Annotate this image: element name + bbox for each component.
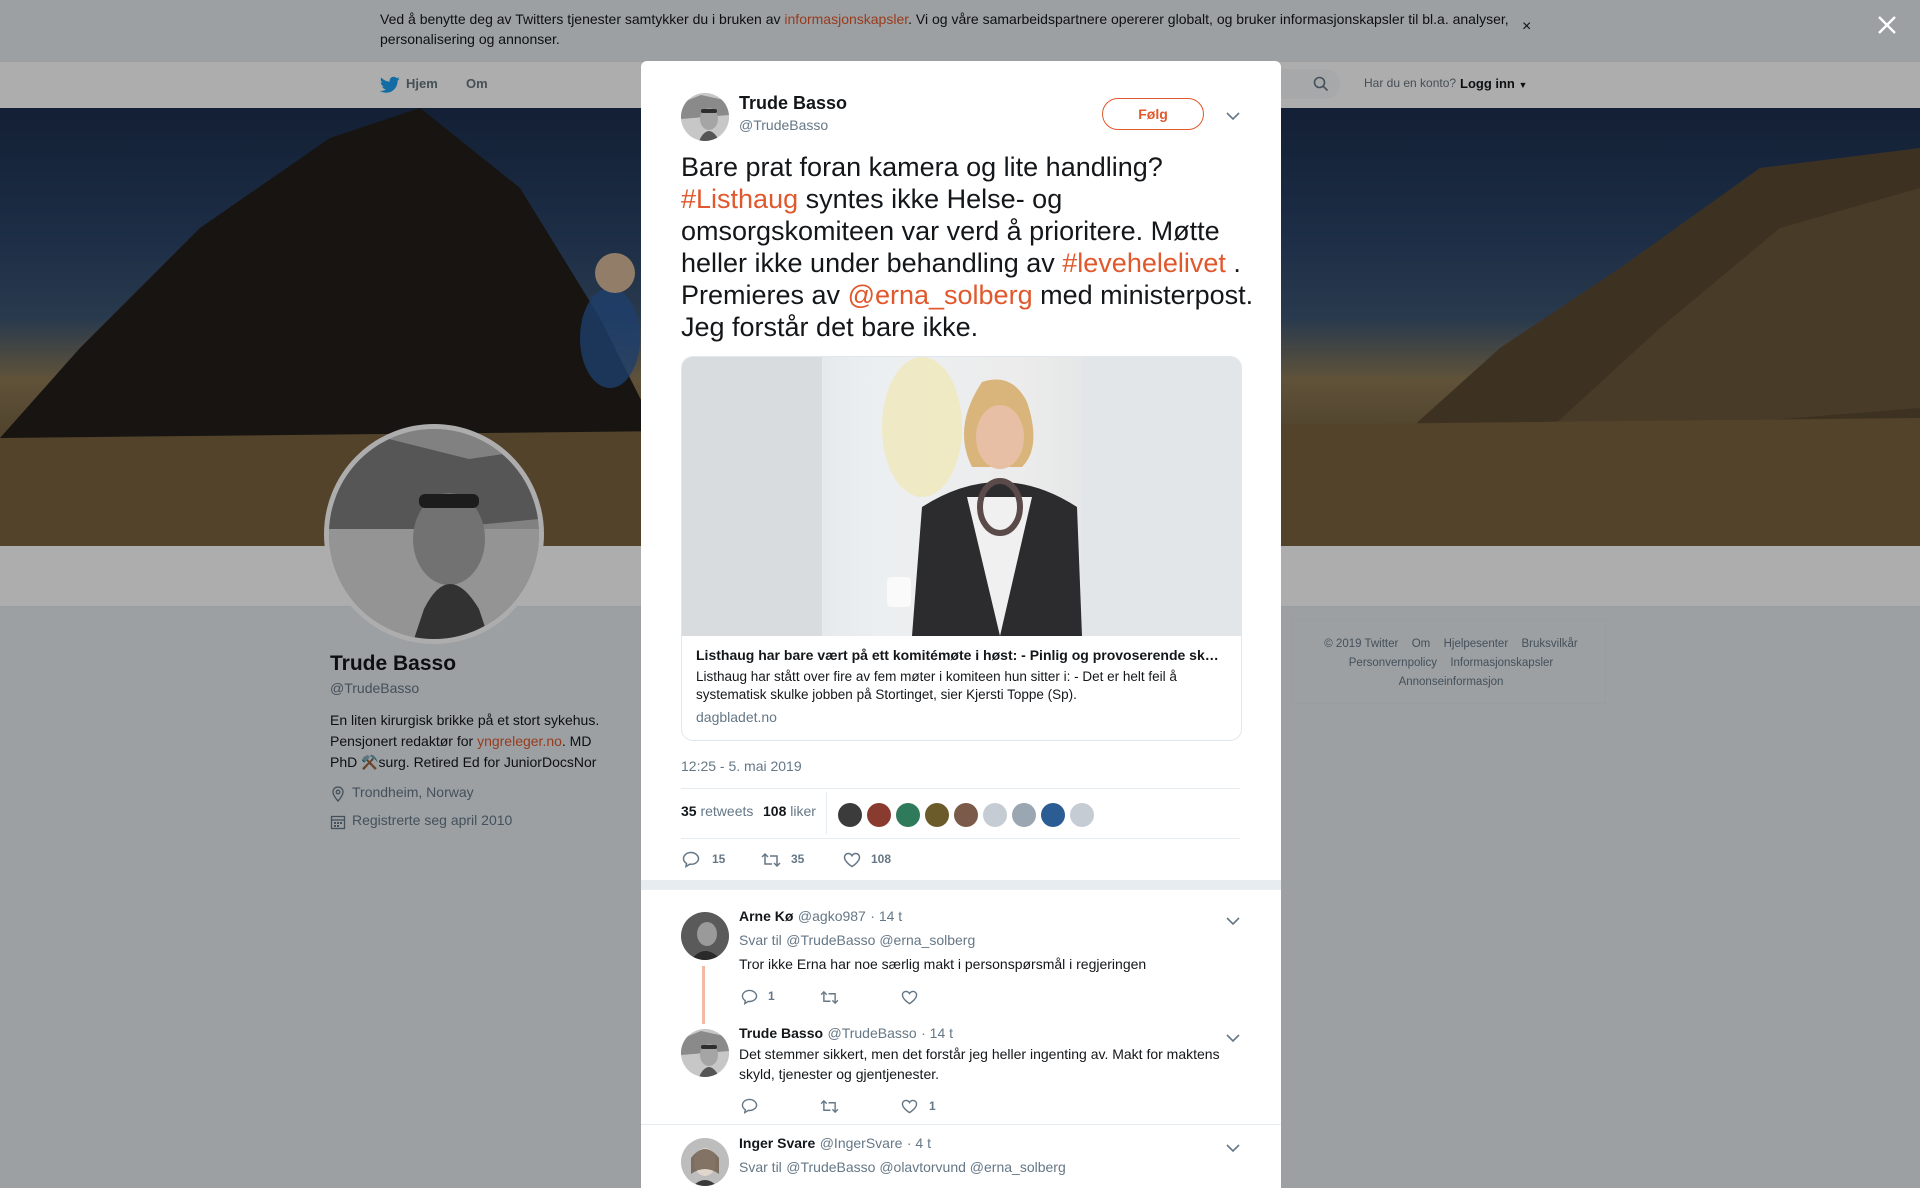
reply-icon[interactable] (741, 1098, 758, 1119)
follow-button[interactable]: Følg (1102, 98, 1204, 130)
reply-avatar[interactable] (681, 912, 729, 960)
retweet-icon[interactable] (761, 852, 781, 873)
reply-text: Det stemmer sikkert, men det forstår jeg… (739, 1046, 1220, 1082)
reply-to: Svar til @TrudeBasso @olavtorvund @erna_… (739, 1159, 1066, 1175)
heart-icon[interactable] (901, 1099, 918, 1119)
reply-author-name[interactable]: Inger Svare (739, 1135, 815, 1151)
tweet-timestamp[interactable]: 12:25 - 5. mai 2019 (681, 758, 802, 774)
retweets-stat[interactable]: 35 retweets (681, 803, 753, 819)
reply-author-name[interactable]: Trude Basso (739, 1025, 823, 1041)
reply-time[interactable]: · 14 t (921, 1025, 953, 1041)
reply-avatar[interactable] (681, 1029, 729, 1077)
liker-avatar[interactable] (1012, 803, 1036, 827)
liker-avatar[interactable] (925, 803, 949, 827)
divider (826, 792, 827, 834)
liker-avatar[interactable] (838, 803, 862, 827)
liker-avatar[interactable] (1041, 803, 1065, 827)
mention-links[interactable]: @TrudeBasso @olavtorvund @erna_solberg (786, 1159, 1065, 1175)
tweet-text: Bare prat foran kamera og lite handling?… (681, 152, 1254, 342)
tweet-author-name[interactable]: Trude Basso (739, 93, 847, 114)
divider (681, 838, 1240, 839)
reply-icon[interactable] (682, 851, 700, 873)
liker-avatar[interactable] (954, 803, 978, 827)
liker-avatar[interactable] (867, 803, 891, 827)
chevron-down-icon[interactable] (1226, 108, 1240, 126)
likes-stat[interactable]: 108 liker (763, 803, 816, 819)
link-card-description: Listhaug har stått over fire av fem møte… (696, 669, 1177, 702)
reply-author-handle[interactable]: @IngerSvare (820, 1135, 903, 1151)
hashtag-link[interactable]: #Listhaug (681, 184, 798, 214)
link-card-domain: dagbladet.no (696, 709, 777, 725)
close-icon[interactable] (1876, 14, 1898, 41)
mention-links[interactable]: @TrudeBasso @erna_solberg (786, 932, 975, 948)
retweet-icon[interactable] (820, 990, 839, 1010)
liker-avatar[interactable] (1070, 803, 1094, 827)
reply-time[interactable]: · 4 t (907, 1135, 931, 1151)
heart-icon[interactable] (843, 852, 861, 873)
thread-line (702, 966, 705, 1024)
tweet-author-avatar[interactable] (681, 93, 729, 141)
reply-author-name[interactable]: Arne Kø (739, 908, 793, 924)
link-card-title: Listhaug har bare vært på ett komitémøte… (696, 647, 1226, 663)
mention-link[interactable]: @erna_solberg (848, 280, 1033, 310)
divider (681, 788, 1240, 789)
like-count: 1 (929, 1099, 936, 1113)
reply-count: 15 (712, 852, 726, 866)
reply-avatar[interactable] (681, 1138, 729, 1186)
reply-author-handle[interactable]: @agko987 (798, 908, 866, 924)
reply-count: 1 (768, 989, 775, 1003)
retweet-count: 35 (791, 852, 805, 866)
reply-to: Svar til @TrudeBasso @erna_solberg (739, 932, 976, 948)
chevron-down-icon[interactable] (1226, 1140, 1240, 1158)
reply-header: Arne Kø @agko987 · 14 t (739, 908, 902, 926)
chevron-down-icon[interactable] (1226, 913, 1240, 931)
divider (641, 1124, 1281, 1125)
liker-avatar[interactable] (983, 803, 1007, 827)
reply-author-handle[interactable]: @TrudeBasso (827, 1025, 916, 1041)
reply-text: Tror ikke Erna har noe særlig makt i per… (739, 956, 1147, 972)
like-count: 108 (871, 852, 892, 866)
hashtag-link[interactable]: #levehelelivet (1062, 248, 1226, 278)
reply-icon[interactable] (741, 989, 758, 1010)
reply-header: Trude Basso @TrudeBasso · 14 t (739, 1025, 953, 1043)
reply-time[interactable]: · 14 t (870, 908, 902, 924)
heart-icon[interactable] (901, 990, 918, 1010)
tweet-author-handle[interactable]: @TrudeBasso (739, 117, 828, 133)
section-divider (641, 880, 1281, 890)
liker-avatar[interactable] (896, 803, 920, 827)
link-card-image (682, 357, 1241, 636)
link-card[interactable]: Listhaug har bare vært på ett komitémøte… (681, 356, 1242, 741)
retweet-icon[interactable] (820, 1099, 839, 1119)
reply-header: Inger Svare @IngerSvare · 4 t (739, 1135, 931, 1153)
